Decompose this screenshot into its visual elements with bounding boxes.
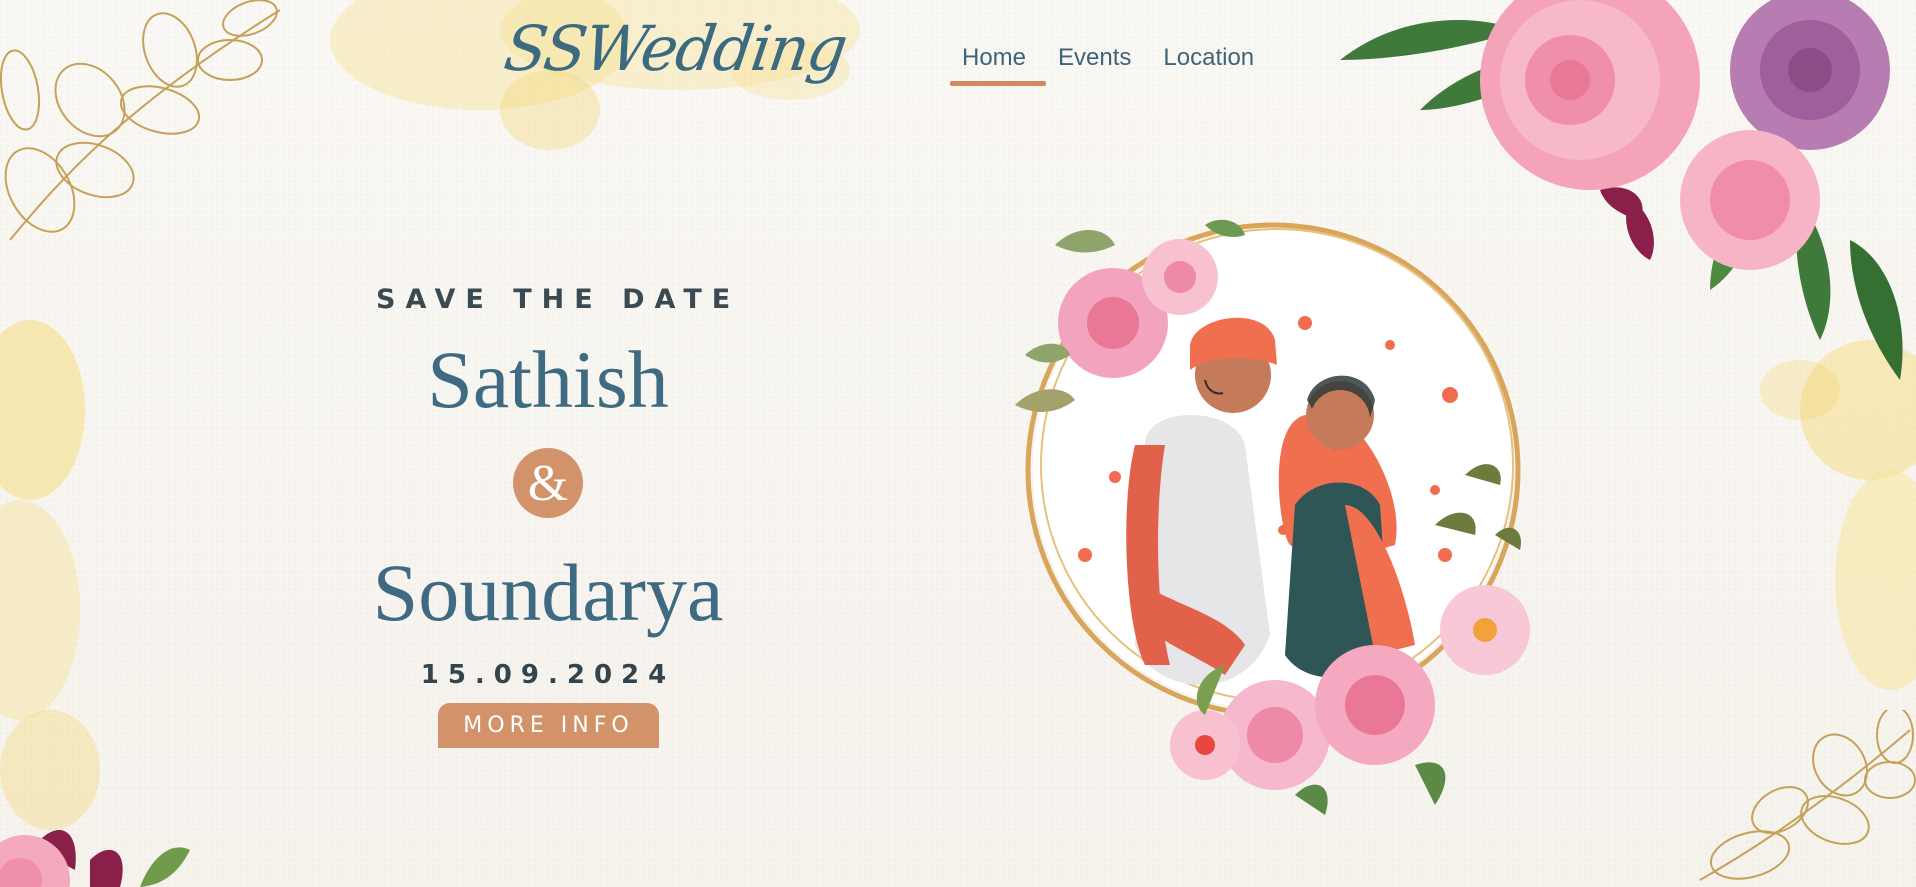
wedding-date: 15.09.2024 xyxy=(420,660,676,690)
bride-name: Soundarya xyxy=(372,547,724,638)
gold-leaves-top-left-icon xyxy=(0,0,281,241)
gold-leaves-bottom-right-icon xyxy=(1699,710,1916,881)
watercolor-splash-right xyxy=(1760,340,1916,690)
site-logo[interactable]: SSWedding xyxy=(500,12,850,85)
save-the-date-tagline: SAVE THE DATE xyxy=(376,284,741,315)
ampersand-badge: & xyxy=(513,448,583,518)
groom-name: Sathish xyxy=(427,334,669,425)
nav-home[interactable]: Home xyxy=(950,44,1047,86)
roses-bottom-left-icon xyxy=(0,830,190,887)
more-info-button[interactable]: MORE INFO xyxy=(438,703,659,748)
main-nav: Home Events Location xyxy=(950,44,1274,86)
couple-illustration xyxy=(1015,219,1530,815)
nav-events[interactable]: Events xyxy=(1046,44,1151,86)
nav-location[interactable]: Location xyxy=(1151,44,1274,86)
